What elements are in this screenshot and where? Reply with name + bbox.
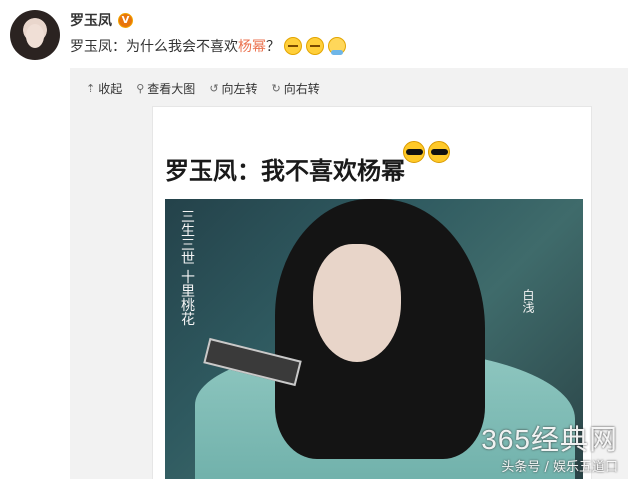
calligraphy-name: 白浅	[521, 289, 535, 313]
watermark: 365经典网 头条号 / 娱乐五道口	[481, 418, 618, 475]
avatar[interactable]	[10, 10, 60, 60]
watermark-source: 头条号 / 娱乐五道口	[501, 460, 618, 475]
rotate-right-icon: ↻	[271, 81, 281, 95]
post-text-suffix: ？	[266, 39, 280, 55]
calligraphy-title: 三生三世 十里桃花	[179, 209, 195, 326]
watermark-site: 365经典网	[481, 424, 618, 455]
post-text-prefix: 罗玉凤：为什么我会不喜欢	[70, 39, 238, 55]
topic-link[interactable]: 杨幂	[238, 36, 266, 56]
cry-emoji-icon	[306, 37, 324, 55]
image-toolbar: ⇡ 收起 ⚲ 查看大图 ↺ 向左转 ↻ 向右转	[86, 78, 320, 98]
magnifier-icon: ⚲	[136, 81, 145, 95]
sunglasses-emoji-icon	[428, 141, 450, 163]
view-large-button[interactable]: ⚲ 查看大图	[136, 80, 195, 97]
image-headline: 罗玉凤：我不喜欢杨幂	[165, 156, 405, 185]
view-large-label: 查看大图	[147, 81, 196, 96]
rotate-left-label: 向左转	[221, 81, 258, 96]
arrow-up-icon: ⇡	[86, 81, 96, 95]
collapse-label: 收起	[98, 81, 123, 96]
cry-emoji-icon	[284, 37, 302, 55]
rotate-right-button[interactable]: ↻ 向右转	[272, 80, 320, 97]
sunglasses-emoji-icon	[403, 141, 425, 163]
rotate-right-label: 向右转	[283, 81, 320, 96]
rotate-left-button[interactable]: ↺ 向左转	[209, 80, 257, 97]
hug-emoji-icon	[328, 37, 346, 55]
rotate-left-icon: ↺	[209, 81, 219, 95]
verified-badge-icon: V	[118, 12, 133, 28]
sunglasses-emojis	[403, 141, 450, 163]
face-shape	[313, 244, 401, 362]
post-header: 罗玉凤 V	[70, 10, 133, 30]
collapse-button[interactable]: ⇡ 收起	[86, 80, 122, 97]
post-text: 罗玉凤：为什么我会不喜欢 杨幂 ？	[70, 36, 346, 56]
username[interactable]: 罗玉凤	[70, 10, 112, 30]
